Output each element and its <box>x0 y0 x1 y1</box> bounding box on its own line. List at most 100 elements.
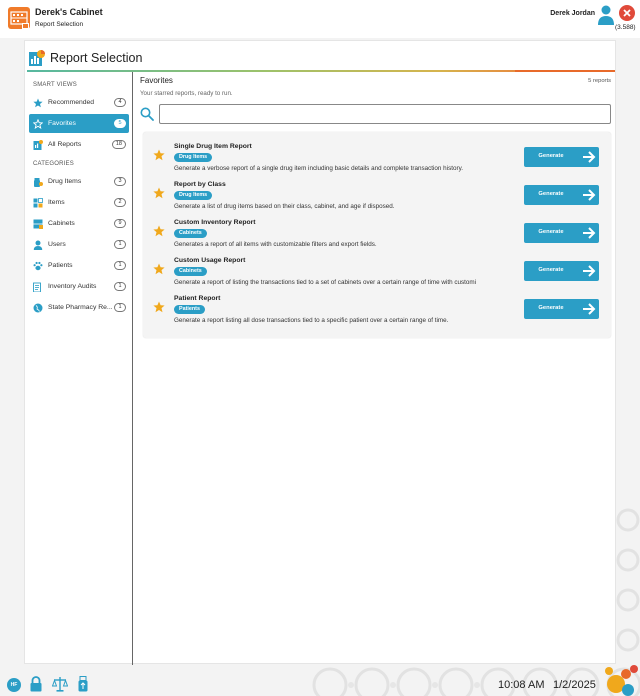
sidebar-item-inventory-audits[interactable]: Inventory Audits 1 <box>29 277 129 296</box>
favorite-star-icon[interactable] <box>153 149 165 161</box>
report-title: Single Drug Item Report <box>174 143 252 150</box>
generate-button[interactable]: Generate <box>524 299 599 319</box>
report-category-tag: Drug Items <box>174 153 213 162</box>
arrow-right-icon <box>583 227 596 239</box>
sidebar-item-label: Users <box>48 241 66 248</box>
sidebar-item-count: 1 <box>114 240 126 249</box>
panel-title: Report Selection <box>50 51 143 65</box>
sidebar-item-count: 1 <box>114 261 126 270</box>
sidebar-item-label: State Pharmacy Re... <box>48 304 113 311</box>
paw-icon <box>33 261 43 270</box>
sidebar-item-label: Cabinets <box>48 220 75 227</box>
star-outline-icon <box>33 118 43 129</box>
sidebar-item-label: Drug Items <box>48 178 82 185</box>
user-avatar-icon[interactable] <box>597 5 615 25</box>
close-button[interactable] <box>619 5 635 21</box>
report-category-tag: Cabinets <box>174 267 207 276</box>
smart-views-label: SMART VIEWS <box>33 82 77 88</box>
report-row-report-by-class: Report by Class Drug Items Generate a li… <box>143 180 611 218</box>
arrow-right-icon <box>583 303 596 315</box>
sidebar: SMART VIEWS Recommended 4 Favorites 5 Al… <box>25 72 133 665</box>
cabinet-icon <box>33 219 43 229</box>
report-title: Patient Report <box>174 295 221 302</box>
clock-date: 1/2/2025 <box>553 679 596 691</box>
report-description: Generates a report of all items with cus… <box>174 241 377 248</box>
report-row-custom-inventory: Custom Inventory Report Cabinets Generat… <box>143 218 611 256</box>
report-description: Generate a report of listing the transac… <box>174 279 477 286</box>
generate-label: Generate <box>538 153 564 159</box>
pill-icon <box>34 177 43 187</box>
app-subtitle: Report Selection <box>35 21 84 28</box>
search-input[interactable] <box>159 104 611 124</box>
lock-icon[interactable] <box>29 676 43 692</box>
clock-time: 10:08 AM <box>498 679 545 691</box>
sidebar-item-count: 1 <box>114 303 126 312</box>
sidebar-item-users[interactable]: Users 1 <box>29 235 129 254</box>
hf-badge[interactable]: HF <box>7 678 21 692</box>
sidebar-item-count: 18 <box>111 140 126 149</box>
search-icon <box>140 107 154 121</box>
audit-icon <box>33 282 41 292</box>
favorite-star-icon[interactable] <box>153 225 165 237</box>
sidebar-item-label: Patients <box>48 262 73 269</box>
categories-label: CATEGORIES <box>33 161 74 167</box>
report-description: Generate a report listing all dose trans… <box>174 317 449 324</box>
sidebar-item-drug-items[interactable]: Drug Items 3 <box>29 172 129 191</box>
sidebar-item-label: Favorites <box>48 120 76 127</box>
report-category-tag: Cabinets <box>174 229 207 238</box>
star-icon <box>33 98 43 107</box>
app-title: Derek's Cabinet <box>35 7 103 17</box>
sidebar-item-count: 2 <box>114 198 126 207</box>
report-title: Report by Class <box>174 181 226 188</box>
report-list: Single Drug Item Report Drug Items Gener… <box>143 132 611 338</box>
generate-label: Generate <box>538 191 564 197</box>
sidebar-item-state-pharmacy-reports[interactable]: State Pharmacy Re... 1 <box>29 298 129 317</box>
panel-header: Report Selection <box>25 41 617 71</box>
sidebar-item-items[interactable]: Items 2 <box>29 193 129 212</box>
favorites-content: Favorites 5 reports Your starred reports… <box>140 72 612 665</box>
report-selection-panel: Report Selection SMART VIEWS Recommended… <box>24 40 617 665</box>
sidebar-item-count: 4 <box>114 98 126 107</box>
sidebar-item-count: 9 <box>114 219 126 228</box>
report-category-tag: Drug Items <box>174 191 213 200</box>
generate-button[interactable]: Generate <box>524 147 599 167</box>
sidebar-item-recommended[interactable]: Recommended 4 <box>29 93 129 112</box>
items-icon <box>33 197 43 207</box>
arrow-right-icon <box>583 151 596 163</box>
generate-button[interactable]: Generate <box>524 261 599 281</box>
report-category-tag: Patients <box>174 305 205 314</box>
close-icon <box>623 9 631 17</box>
sidebar-item-count: 1 <box>114 282 126 291</box>
sidebar-item-cabinets[interactable]: Cabinets 9 <box>29 214 129 233</box>
favorite-star-icon[interactable] <box>153 187 165 199</box>
sidebar-item-patients[interactable]: Patients 1 <box>29 256 129 275</box>
generate-button[interactable]: Generate <box>524 185 599 205</box>
generate-label: Generate <box>538 305 564 311</box>
generate-button[interactable]: Generate <box>524 223 599 243</box>
sidebar-item-count: 3 <box>114 177 126 186</box>
generate-label: Generate <box>538 229 564 235</box>
report-row-single-drug-item: Single Drug Item Report Drug Items Gener… <box>143 142 611 180</box>
arrow-right-icon <box>583 189 596 201</box>
user-name: Derek Jordan <box>550 10 595 17</box>
usb-icon[interactable] <box>76 676 90 692</box>
generate-label: Generate <box>538 267 564 273</box>
scale-icon[interactable] <box>52 676 68 692</box>
top-bar: Derek's Cabinet Report Selection Derek J… <box>0 0 640 38</box>
sidebar-item-label: Recommended <box>48 99 95 106</box>
arrow-right-icon <box>583 265 596 277</box>
report-description: Generate a verbose report of a single dr… <box>174 165 463 172</box>
section-title: Favorites <box>140 76 173 85</box>
sidebar-item-count: 5 <box>114 119 126 128</box>
brand-logo-icon <box>605 665 638 696</box>
report-icon <box>33 139 43 150</box>
report-row-custom-usage: Custom Usage Report Cabinets Generate a … <box>143 256 611 294</box>
section-subtitle: Your starred reports, ready to run. <box>140 90 233 97</box>
sidebar-item-label: Items <box>48 199 65 206</box>
sidebar-item-favorites[interactable]: Favorites 5 <box>29 114 129 133</box>
report-description: Generate a list of drug items based on t… <box>174 203 395 210</box>
report-title: Custom Usage Report <box>174 257 246 264</box>
favorite-star-icon[interactable] <box>153 301 165 313</box>
favorite-star-icon[interactable] <box>153 263 165 275</box>
sidebar-item-all-reports[interactable]: All Reports 18 <box>29 135 129 154</box>
